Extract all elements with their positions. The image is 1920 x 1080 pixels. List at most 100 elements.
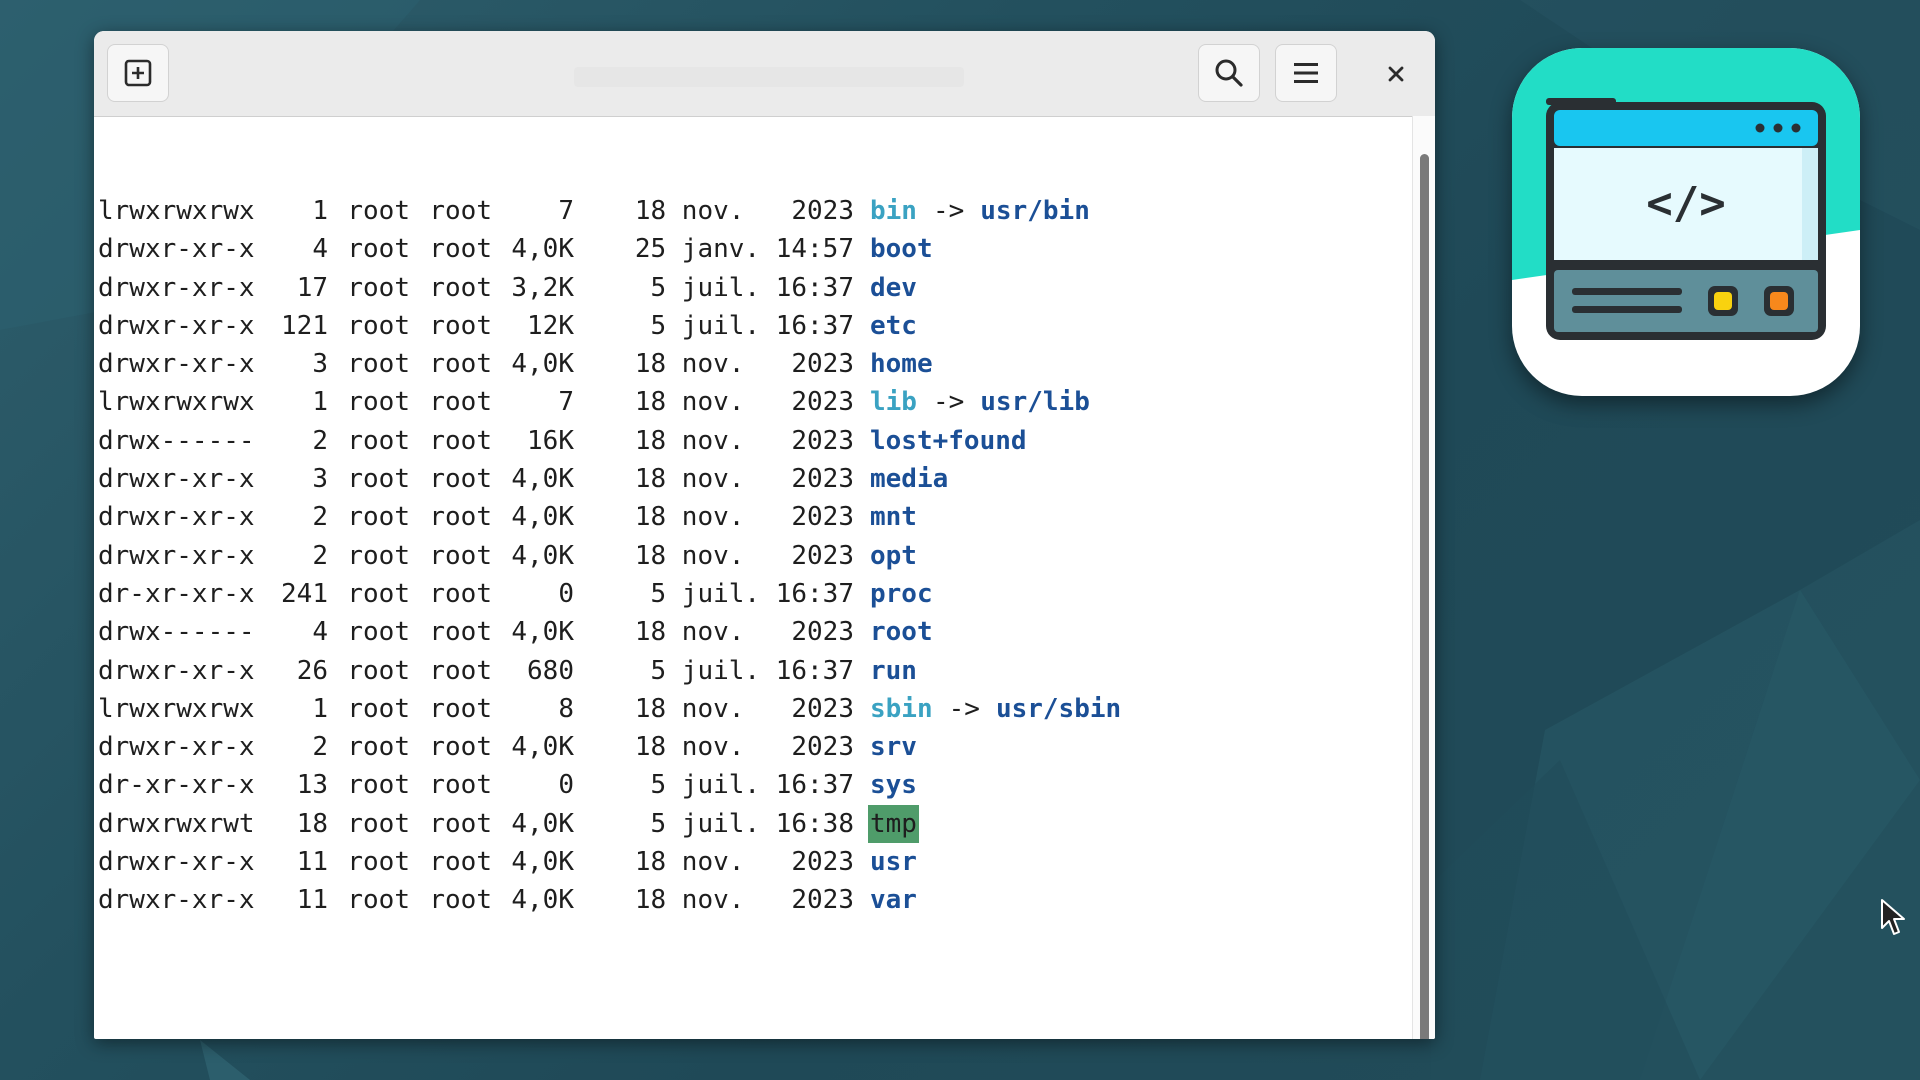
listing-group: root bbox=[429, 808, 492, 839]
listing-group: root bbox=[429, 196, 492, 226]
listing-links: 4 bbox=[312, 234, 328, 265]
listing-links: 241 bbox=[281, 578, 328, 609]
listing-group: root bbox=[429, 234, 492, 265]
listing-links: 2 bbox=[312, 540, 328, 571]
listing-date: 18 nov. 2023 bbox=[634, 349, 854, 380]
listing-owner: root bbox=[347, 693, 410, 724]
listing-size: 7 bbox=[558, 387, 574, 418]
listing-row: drwxr-xr-x 121 root root 12K 5 juil. 16:37 et… bbox=[94, 307, 1413, 345]
listing-owner: root bbox=[347, 885, 410, 916]
listing-row: dr-xr-xr-x 13 root root 0 5 juil. 16:37 sys bbox=[94, 766, 1413, 804]
listing-size: 4,0K bbox=[511, 617, 574, 648]
listing-date: 5 juil. 16:37 bbox=[634, 770, 854, 801]
listing-name: lost+found bbox=[870, 425, 1027, 456]
close-button[interactable] bbox=[1381, 59, 1411, 89]
listing-name: root bbox=[870, 617, 933, 648]
scrollbar[interactable] bbox=[1412, 116, 1435, 1039]
listing-date: 5 juil. 16:38 bbox=[634, 808, 854, 839]
code-window-icon: </> bbox=[1512, 48, 1860, 396]
symlink-arrow: -> bbox=[948, 693, 980, 724]
symlink-target: usr/sbin bbox=[995, 693, 1122, 724]
listing-name: usr bbox=[870, 847, 917, 878]
listing-links: 121 bbox=[281, 310, 328, 341]
listing-links: 26 bbox=[296, 655, 328, 686]
listing-group: root bbox=[429, 387, 492, 418]
listing-name: bin bbox=[870, 196, 917, 226]
symlink-target: usr/bin bbox=[980, 196, 1090, 226]
listing-group: root bbox=[429, 540, 492, 571]
listing-links: 2 bbox=[312, 502, 328, 533]
listing-perms: lrwxrwxrwx bbox=[98, 387, 255, 418]
listing-date: 25 janv. 14:57 bbox=[634, 234, 854, 265]
listing-row: drwxr-xr-x 3 root root 4,0K 18 nov. 2023 media bbox=[94, 460, 1413, 498]
listing-group: root bbox=[429, 885, 492, 916]
listing-date: 18 nov. 2023 bbox=[634, 693, 854, 724]
listing-name: sbin bbox=[870, 693, 933, 724]
menu-button[interactable] bbox=[1275, 44, 1337, 102]
listing-row: drwxr-xr-x 2 root root 4,0K 18 nov. 2023 srv bbox=[94, 728, 1413, 766]
listing-links: 1 bbox=[312, 693, 328, 724]
listing-name: etc bbox=[870, 310, 917, 341]
listing-owner: root bbox=[347, 770, 410, 801]
search-button[interactable] bbox=[1198, 44, 1260, 102]
listing-perms: drwxr-xr-x bbox=[98, 272, 255, 303]
listing-group: root bbox=[429, 770, 492, 801]
listing-row: drwxrwxrwt 18 root root 4,0K 5 juil. 16:38 tm… bbox=[94, 804, 1413, 844]
listing-owner: root bbox=[347, 617, 410, 648]
terminal-output[interactable]: lrwxrwxrwx 1 root root 7 18 nov. 2023 bin -> usr… bbox=[94, 116, 1413, 1039]
listing-size: 3,2K bbox=[511, 272, 574, 303]
listing-perms: drwxr-xr-x bbox=[98, 885, 255, 916]
listing-perms: drwxr-xr-x bbox=[98, 502, 255, 533]
listing-owner: root bbox=[347, 655, 410, 686]
listing-perms: lrwxrwxrwx bbox=[98, 693, 255, 724]
listing-size: 4,0K bbox=[511, 464, 574, 495]
search-icon bbox=[1215, 59, 1243, 87]
listing-perms: dr-xr-xr-x bbox=[98, 578, 255, 609]
listing-date: 18 nov. 2023 bbox=[634, 732, 854, 763]
listing-row: drwx------ 2 root root 16K 18 nov. 2023 lost+f… bbox=[94, 422, 1413, 460]
terminal-window[interactable]: lrwxrwxrwx 1 root root 7 18 nov. 2023 bin -> usr… bbox=[94, 31, 1435, 1039]
listing-date: 5 juil. 16:37 bbox=[634, 578, 854, 609]
listing-name: opt bbox=[870, 540, 917, 571]
listing-row: lrwxrwxrwx 1 root root 7 18 nov. 2023 lib -> usr… bbox=[94, 383, 1413, 421]
scrollbar-thumb[interactable] bbox=[1420, 154, 1429, 1039]
listing-name: media bbox=[870, 464, 949, 495]
listing-owner: root bbox=[347, 732, 410, 763]
listing-links: 11 bbox=[296, 847, 328, 878]
listing-name: var bbox=[870, 885, 917, 916]
listing-name: proc bbox=[870, 578, 933, 609]
listing-links: 1 bbox=[312, 196, 328, 226]
listing-size: 7 bbox=[558, 196, 574, 226]
listing-group: root bbox=[429, 502, 492, 533]
listing-links: 2 bbox=[312, 732, 328, 763]
listing-owner: root bbox=[347, 310, 410, 341]
new-tab-button[interactable] bbox=[107, 44, 169, 102]
listing-date: 5 juil. 16:37 bbox=[634, 310, 854, 341]
code-window-app-icon[interactable]: </> bbox=[1512, 48, 1860, 396]
listing-owner: root bbox=[347, 502, 410, 533]
listing-date: 18 nov. 2023 bbox=[634, 540, 854, 571]
window-title-area bbox=[574, 67, 964, 87]
listing-size: 0 bbox=[558, 578, 574, 609]
listing-date: 18 nov. 2023 bbox=[634, 425, 854, 456]
header-bar bbox=[94, 31, 1435, 117]
listing-size: 8 bbox=[558, 693, 574, 724]
listing-perms: drwx------ bbox=[98, 425, 255, 456]
listing-group: root bbox=[429, 693, 492, 724]
listing-name: lib bbox=[870, 387, 917, 418]
symlink-arrow: -> bbox=[932, 196, 965, 226]
listing-name: tmp bbox=[868, 804, 919, 844]
listing-links: 2 bbox=[312, 425, 328, 456]
listing-owner: root bbox=[347, 272, 410, 303]
listing-links: 1 bbox=[312, 387, 328, 418]
listing-links: 3 bbox=[312, 349, 328, 380]
listing-group: root bbox=[429, 732, 492, 763]
listing-date: 5 juil. 16:37 bbox=[634, 655, 854, 686]
listing-size: 4,0K bbox=[511, 847, 574, 878]
listing-name: run bbox=[870, 655, 917, 686]
code-glyph: </> bbox=[1646, 178, 1725, 229]
listing-links: 18 bbox=[296, 808, 328, 839]
listing-perms: drwxr-xr-x bbox=[98, 732, 255, 763]
listing-owner: root bbox=[347, 578, 410, 609]
listing-owner: root bbox=[347, 847, 410, 878]
